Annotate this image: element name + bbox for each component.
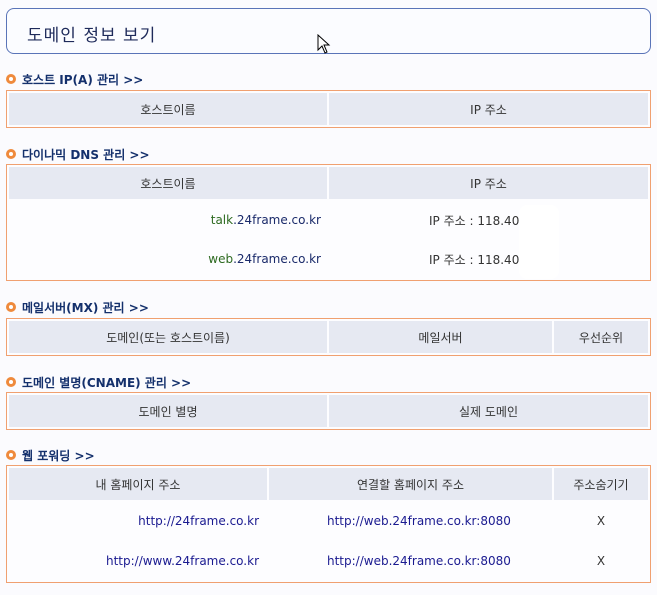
cname-table: 도메인 별명 실제 도메인 (6, 392, 651, 430)
host-ip-table: 호스트이름 IP 주소 (6, 90, 651, 128)
table-header-row: 도메인(또는 호스트이름) 메일서버 우선순위 (9, 321, 648, 353)
column-header-ip: IP 주소 (329, 93, 648, 125)
ip-cell: IP 주소 : 118.40.1 (429, 213, 531, 228)
column-header-ip: IP 주소 (329, 167, 648, 199)
table-row: http://www.24frame.co.kr http://web.24fr… (9, 551, 648, 571)
section-mail-server-heading[interactable]: 메일서버(MX) 관리 >> (6, 299, 149, 315)
column-header-real-domain: 실제 도메인 (329, 395, 648, 427)
column-header-hostname: 호스트이름 (9, 167, 329, 199)
my-url-link[interactable]: http://www.24frame.co.kr (9, 554, 259, 568)
table-header-row: 호스트이름 IP 주소 (9, 93, 648, 125)
bullet-icon (6, 74, 16, 84)
host-prefix: web (208, 252, 234, 266)
page-title: 도메인 정보 보기 (27, 26, 157, 46)
target-url-link[interactable]: http://web.24frame.co.kr:8080 (259, 514, 554, 528)
table-row: http://24frame.co.kr http://web.24frame.… (9, 511, 648, 531)
section-dynamic-dns-title[interactable]: 다이나믹 DNS 관리 >> (22, 146, 150, 163)
section-web-forwarding-title[interactable]: 웹 포워딩 >> (22, 447, 95, 464)
column-header-my-url: 내 홈페이지 주소 (9, 468, 269, 500)
mouse-cursor-icon (317, 34, 331, 54)
table-header-row: 내 홈페이지 주소 연결할 홈페이지 주소 주소숨기기 (9, 468, 648, 500)
hostname-cell: web .24frame.co.kr (9, 252, 321, 266)
section-host-ip-heading[interactable]: 호스트 IP(A) 관리 >> (6, 71, 143, 87)
column-header-priority: 우선순위 (554, 321, 648, 353)
section-web-forwarding-heading[interactable]: 웹 포워딩 >> (6, 447, 95, 463)
section-mail-server-title[interactable]: 메일서버(MX) 관리 >> (22, 299, 149, 316)
section-host-ip-title[interactable]: 호스트 IP(A) 관리 >> (22, 71, 143, 88)
redaction-mark (519, 205, 559, 279)
my-url-link[interactable]: http://24frame.co.kr (9, 514, 259, 528)
column-header-hide-address: 주소숨기기 (554, 468, 648, 500)
web-forwarding-table: 내 홈페이지 주소 연결할 홈페이지 주소 주소숨기기 http://24fra… (6, 465, 651, 583)
host-suffix: .24frame.co.kr (233, 252, 321, 266)
host-suffix: .24frame.co.kr (233, 213, 321, 227)
bullet-icon (6, 377, 16, 387)
hostname-cell: talk .24frame.co.kr (9, 213, 321, 227)
table-header-row: 도메인 별명 실제 도메인 (9, 395, 648, 427)
section-cname-title[interactable]: 도메인 별명(CNAME) 관리 >> (22, 374, 191, 391)
hide-address-value: X (596, 554, 606, 568)
table-header-row: 호스트이름 IP 주소 (9, 167, 648, 199)
host-prefix: talk (210, 213, 234, 227)
target-url-link[interactable]: http://web.24frame.co.kr:8080 (259, 554, 554, 568)
section-cname-heading[interactable]: 도메인 별명(CNAME) 관리 >> (6, 374, 191, 390)
section-dynamic-dns-heading[interactable]: 다이나믹 DNS 관리 >> (6, 146, 150, 162)
column-header-mail-server: 메일서버 (329, 321, 554, 353)
bullet-icon (6, 450, 16, 460)
mail-server-table: 도메인(또는 호스트이름) 메일서버 우선순위 (6, 318, 651, 356)
column-header-domain: 도메인(또는 호스트이름) (9, 321, 329, 353)
bullet-icon (6, 149, 16, 159)
hide-address-value: X (596, 514, 606, 528)
column-header-hostname: 호스트이름 (9, 93, 329, 125)
bullet-icon (6, 302, 16, 312)
ip-cell: IP 주소 : 118.40. (429, 252, 524, 267)
column-header-alias: 도메인 별명 (9, 395, 329, 427)
dynamic-dns-table: 호스트이름 IP 주소 talk .24frame.co.kr IP 주소 : 1… (6, 164, 651, 281)
column-header-target-url: 연결할 홈페이지 주소 (269, 468, 554, 500)
